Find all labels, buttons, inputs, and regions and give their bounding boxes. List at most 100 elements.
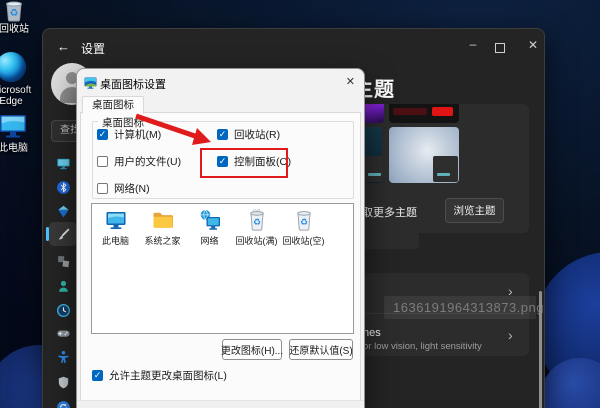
edge-icon <box>0 52 26 82</box>
sidebar-item-apps[interactable] <box>49 249 77 273</box>
list-item[interactable]: 系统之家 <box>139 208 186 247</box>
dialog-title: 桌面图标设置 <box>100 79 166 91</box>
change-icon-button[interactable]: 更改图标(H)... <box>221 339 283 360</box>
checkbox-label: 网络(N) <box>114 182 150 195</box>
dialog-footer <box>77 400 364 408</box>
window-title: 设置 <box>81 42 106 56</box>
settings-rows-card: › nes or low vision, light sensitivity ›… <box>341 273 543 356</box>
theme-mini-dash <box>437 173 450 176</box>
update-icon <box>56 400 71 408</box>
sidebar-item-accounts[interactable] <box>49 274 77 298</box>
recycle-empty-icon: ♻ <box>292 208 316 232</box>
row-subtitle-fragment: or low vision, light sensitivity <box>363 341 482 352</box>
list-item-label: 回收站(满) <box>235 236 278 246</box>
restore-default-button[interactable]: 还原默认值(S) <box>289 339 353 360</box>
personalization-icon <box>56 227 71 242</box>
list-item[interactable]: ♻ 回收站(空) <box>280 208 327 247</box>
dialog-check-col-1: ✓ 计算机(M) 用户的文件(U) 网络(N) <box>97 127 181 195</box>
checkbox-box <box>97 182 108 194</box>
display-settings-icon <box>84 76 97 89</box>
list-item-label: 网络 <box>200 236 219 246</box>
checkbox-label: 回收站(R) <box>234 128 281 141</box>
accessibility-icon <box>56 350 71 365</box>
allow-theme-checkbox[interactable]: ✓ 允许主题更改桌面图标(L) <box>92 368 227 383</box>
folder-icon <box>151 208 175 232</box>
desktop-icon-settings-dialog: 桌面图标设置 ✕ 桌面图标 桌面图标 ✓ 计算机(M) 用户的文件(U) 网络(N) … <box>76 68 365 408</box>
pc-icon <box>104 208 128 232</box>
checkbox-box: ✓ <box>97 128 108 140</box>
theme-mini-dash <box>368 173 381 176</box>
sidebar-item-bluetooth[interactable] <box>49 175 77 199</box>
sidebar-item-personalization[interactable] <box>46 222 77 246</box>
dialog-icon-list[interactable]: 此电脑 系统之家 网络 ♻ 回收站(满) ♻ 回收站(空) <box>91 203 354 334</box>
desktop-icon-label: Edge <box>0 96 23 107</box>
sidebar-item-accessibility[interactable] <box>49 345 77 369</box>
dialog-checkbox[interactable]: ✓ 计算机(M) <box>97 127 181 141</box>
bluetooth-icon <box>56 180 71 195</box>
annotation-highlight-box <box>200 148 288 178</box>
desktop-icon-label: Microsoft <box>0 85 32 96</box>
settings-row-2[interactable]: nes or low vision, light sensitivity › <box>341 314 529 356</box>
checkbox-box: ✓ <box>92 370 103 381</box>
chevron-right-icon: › <box>508 327 513 343</box>
network-monitor-icon <box>198 208 222 232</box>
tab-desktop-icons[interactable]: 桌面图标 <box>82 96 144 114</box>
dialog-checkbox[interactable]: 用户的文件(U) <box>97 154 181 168</box>
list-item-label: 系统之家 <box>144 236 181 246</box>
watermark-text: 1636191964313873.png <box>393 300 544 315</box>
accounts-icon <box>56 279 71 294</box>
svg-text:♻: ♻ <box>299 217 307 227</box>
row-title-fragment: nes <box>363 327 381 339</box>
recycle-bin-icon: ♻ <box>2 0 26 22</box>
dialog-checkbox[interactable]: 网络(N) <box>97 181 181 195</box>
checkbox-box: ✓ <box>217 128 228 140</box>
themes-card: 获取更多主题 浏览主题 <box>341 104 529 233</box>
theme-tile-accent <box>432 107 453 116</box>
maximize-icon <box>495 43 505 53</box>
screen: ♻ 回收站 Microsoft Edge 此电脑 ← 设置 – ✕ 查找 主题 <box>0 0 600 408</box>
network-icon <box>56 204 71 219</box>
sidebar-item-time[interactable] <box>49 298 77 322</box>
dialog-checkbox[interactable]: ✓ 回收站(R) <box>217 127 291 141</box>
gaming-icon <box>56 326 71 341</box>
list-item-label: 回收站(空) <box>282 236 325 246</box>
dialog-close-icon[interactable]: ✕ <box>346 75 355 88</box>
desktop-icon-label: 回收站 <box>0 24 29 35</box>
list-item[interactable]: 此电脑 <box>92 208 139 247</box>
minimize-button[interactable]: – <box>461 37 485 51</box>
privacy-icon <box>56 375 71 390</box>
maximize-button[interactable] <box>495 40 505 58</box>
browse-themes-button[interactable]: 浏览主题 <box>445 198 504 223</box>
sidebar-item-network[interactable] <box>49 199 77 223</box>
list-item-label: 此电脑 <box>101 236 129 246</box>
time-icon <box>56 303 71 318</box>
theme-tile-accent <box>393 108 427 115</box>
svg-text:♻: ♻ <box>252 217 260 227</box>
desktop-icon-edge[interactable]: Microsoft Edge <box>0 52 41 107</box>
theme-mini-preview <box>364 156 382 182</box>
desktop-icon-recycle-bin[interactable]: ♻ 回收站 <box>0 0 44 35</box>
sidebar-item-system[interactable] <box>49 151 77 175</box>
apps-icon <box>56 254 71 269</box>
checkbox-label: 允许主题更改桌面图标(L) <box>109 370 227 382</box>
this-pc-icon <box>0 114 27 139</box>
sidebar-item-privacy[interactable] <box>49 370 77 394</box>
svg-text:♻: ♻ <box>10 8 19 19</box>
theme-tile-bloom[interactable] <box>389 127 459 183</box>
system-icon <box>56 156 71 171</box>
list-item[interactable]: 网络 <box>186 208 233 247</box>
selected-indicator <box>46 227 49 241</box>
scrollbar[interactable] <box>539 291 542 408</box>
theme-mini-preview <box>433 156 458 182</box>
sidebar-item-gaming[interactable] <box>49 321 77 345</box>
theme-tile-dark[interactable] <box>389 104 459 123</box>
checkbox-box <box>97 155 108 167</box>
checkbox-label: 计算机(M) <box>114 128 162 141</box>
close-button[interactable]: ✕ <box>521 38 544 52</box>
checkbox-label: 用户的文件(U) <box>114 155 182 168</box>
list-item[interactable]: ♻ 回收站(满) <box>233 208 280 247</box>
desktop-icon-this-pc[interactable]: 此电脑 <box>0 114 43 154</box>
sidebar-item-update[interactable] <box>49 395 77 408</box>
desktop-icon-label: 此电脑 <box>0 143 28 154</box>
recycle-full-icon: ♻ <box>245 208 269 232</box>
